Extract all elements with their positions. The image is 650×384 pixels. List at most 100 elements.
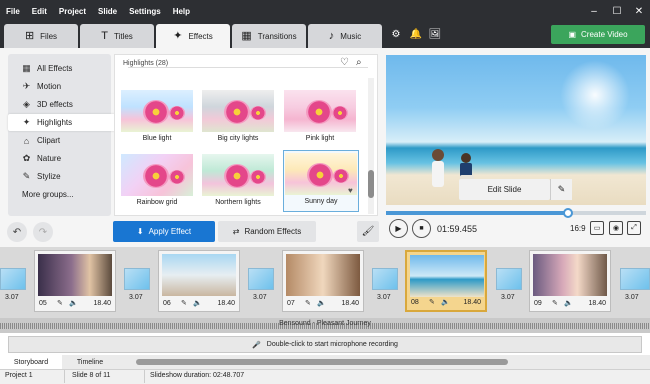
edit-slide-button[interactable]: Edit Slide: [459, 179, 550, 200]
favorite-heart-icon[interactable]: ♥: [348, 186, 353, 195]
pen-icon[interactable]: ✎: [181, 299, 187, 307]
slide-image: [286, 254, 360, 296]
tab-transitions[interactable]: ▦ Transitions: [232, 24, 306, 48]
gallery-scroll-thumb[interactable]: [368, 170, 374, 198]
brush-button[interactable]: 🖌: [357, 221, 379, 242]
more-groups-link[interactable]: More groups...: [8, 186, 111, 203]
stop-button[interactable]: ■: [412, 219, 431, 238]
snapshot-icon[interactable]: ◉: [609, 221, 623, 235]
divider: [128, 67, 368, 68]
random-effects-button[interactable]: ⇄ Random Effects: [218, 221, 316, 242]
edit-pen-button[interactable]: ✎: [550, 179, 572, 200]
close-icon[interactable]: ✕: [629, 0, 649, 22]
slide-image: [533, 254, 607, 296]
pen-icon[interactable]: ✎: [552, 299, 558, 307]
pen-icon[interactable]: ✎: [429, 298, 435, 306]
transition-thumb[interactable]: [620, 268, 650, 290]
titles-icon: T: [101, 29, 108, 42]
pen-icon[interactable]: ✎: [57, 299, 63, 307]
transition-thumb[interactable]: [248, 268, 274, 290]
effect-thumbnail: [285, 153, 357, 195]
undo-button[interactable]: ↶: [7, 222, 27, 242]
menu-project[interactable]: Project: [53, 7, 86, 16]
playback-knob[interactable]: [563, 208, 573, 218]
slide-thumb-current[interactable]: 08 ✎ 🔈 18.40: [405, 250, 487, 312]
tab-titles[interactable]: T Titles: [80, 24, 154, 48]
effect-label: Rainbow grid: [136, 199, 178, 206]
speaker-icon[interactable]: 🔈: [69, 299, 78, 307]
brush-icon: 🖌: [361, 226, 375, 237]
menu-edit[interactable]: Edit: [26, 7, 47, 16]
menu-settings[interactable]: Settings: [123, 7, 161, 16]
slide-thumb[interactable]: 09 ✎ 🔈 18.40: [529, 250, 611, 312]
effect-card-pink-light[interactable]: Pink light: [282, 88, 358, 146]
category-all-effects[interactable]: ▦ All Effects: [8, 60, 111, 77]
category-stylize[interactable]: ✎ Stylize: [8, 168, 111, 185]
status-duration: Slideshow duration: 02:48.707: [150, 372, 245, 379]
transition-thumb[interactable]: [124, 268, 150, 290]
slide-thumb[interactable]: 06 ✎ 🔈 18.40: [158, 250, 240, 312]
speaker-icon[interactable]: 🔈: [317, 299, 326, 307]
pen-icon: ✎: [557, 184, 566, 194]
tab-label: Effects: [188, 31, 213, 41]
tab-label: Transitions: [257, 31, 297, 41]
microphone-record-bar[interactable]: 🎤 Double-click to start microphone recor…: [8, 336, 642, 353]
transition-thumb[interactable]: [372, 268, 398, 290]
effect-card-northern-lights[interactable]: Northern lights: [200, 152, 276, 210]
tab-storyboard[interactable]: Storyboard: [0, 355, 62, 369]
minimize-icon[interactable]: –: [584, 0, 604, 22]
menu-file[interactable]: File: [0, 7, 20, 16]
sparkle-icon: ✦: [22, 117, 31, 127]
shuffle-icon: ⇄: [232, 227, 240, 236]
category-nature[interactable]: ✿ Nature: [8, 150, 111, 167]
effect-card-sunny-day[interactable]: Sunny day: [283, 150, 359, 212]
slide-number: 05: [39, 300, 47, 307]
create-video-button[interactable]: ▣ Create Video: [551, 25, 645, 44]
timeline-scrollbar[interactable]: [136, 359, 508, 365]
menu-slide[interactable]: Slide: [92, 7, 117, 16]
speaker-icon[interactable]: 🔈: [441, 298, 450, 306]
pen-icon[interactable]: ✎: [305, 299, 311, 307]
status-divider: [64, 370, 65, 383]
slide-thumb[interactable]: 07 ✎ 🔈 18.40: [282, 250, 364, 312]
menu-help[interactable]: Help: [167, 7, 190, 16]
effect-card-blue-light[interactable]: Blue light: [119, 88, 195, 146]
transition-duration: 3.07: [253, 294, 267, 301]
tab-music[interactable]: ♪ Music: [308, 24, 382, 48]
category-clipart[interactable]: ⌂ Clipart: [8, 132, 111, 149]
apply-effect-button[interactable]: ⬇ Apply Effect: [113, 221, 215, 242]
speaker-icon[interactable]: 🔈: [564, 299, 573, 307]
search-icon[interactable]: ⌕: [356, 57, 362, 68]
speaker-icon[interactable]: 🔈: [193, 299, 202, 307]
transitions-icon: ▦: [241, 29, 252, 42]
maximize-icon[interactable]: ☐: [607, 0, 627, 22]
effect-thumbnail: [202, 90, 274, 132]
tab-timeline[interactable]: Timeline: [62, 355, 118, 369]
gallery-icon[interactable]: 🖼: [428, 28, 442, 42]
files-icon: ⊞: [24, 29, 35, 42]
heart-icon[interactable]: ♡: [340, 57, 349, 68]
stop-icon: ■: [419, 225, 424, 232]
category-label: Motion: [37, 82, 62, 91]
transition-duration: 3.07: [501, 294, 515, 301]
tab-effects[interactable]: ✦ Effects: [156, 24, 230, 48]
category-motion[interactable]: ✈ Motion: [8, 78, 111, 95]
status-project: Project 1: [5, 372, 33, 379]
bell-icon[interactable]: 🔔: [409, 28, 423, 42]
transition-thumb[interactable]: [496, 268, 522, 290]
effect-card-big-city-lights[interactable]: Big city lights: [200, 88, 276, 146]
transition-thumb[interactable]: [0, 268, 26, 290]
category-3d-effects[interactable]: ◈ 3D effects: [8, 96, 111, 113]
slide-duration: 18.40: [93, 300, 111, 307]
category-highlights[interactable]: ✦ Highlights: [8, 114, 119, 131]
play-button[interactable]: ▶: [389, 219, 408, 238]
redo-button[interactable]: ↷: [33, 222, 53, 242]
slide-thumb[interactable]: 05 ✎ 🔈 18.40: [34, 250, 116, 312]
tab-files[interactable]: ⊞ Files: [4, 24, 78, 48]
aspect-ratio[interactable]: 16:9: [570, 224, 586, 233]
settings-gear-icon[interactable]: ⚙: [389, 28, 403, 42]
effect-card-rainbow-grid[interactable]: Rainbow grid: [119, 152, 195, 210]
transition-duration: 3.07: [377, 294, 391, 301]
frame-icon[interactable]: ▭: [590, 221, 604, 235]
fullscreen-icon[interactable]: ⤢: [627, 221, 641, 235]
